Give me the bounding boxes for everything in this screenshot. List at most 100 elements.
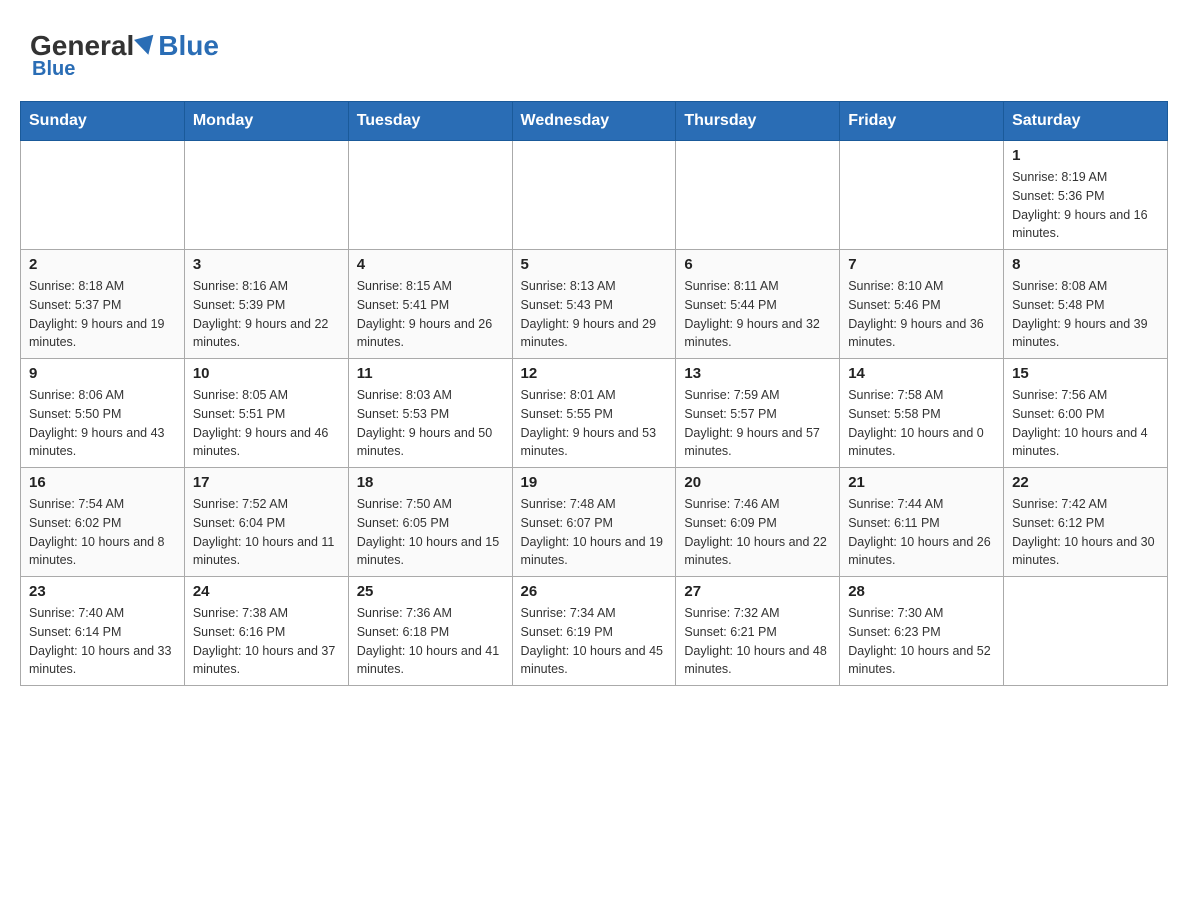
day-number: 26 xyxy=(521,583,668,600)
calendar-cell xyxy=(512,141,676,250)
day-number: 12 xyxy=(521,365,668,382)
day-number: 1 xyxy=(1012,147,1159,164)
calendar-cell: 21 Sunrise: 7:44 AMSunset: 6:11 PMDayligh… xyxy=(840,468,1004,577)
day-info: Sunrise: 7:34 AMSunset: 6:19 PMDaylight:… xyxy=(521,604,668,679)
calendar-cell: 17Sunrise: 7:52 AMSunset: 6:04 PMDayligh… xyxy=(184,468,348,577)
day-number: 13 xyxy=(684,365,831,382)
day-info: Sunrise: 7:46 AMSunset: 6:09 PMDaylight:… xyxy=(684,495,831,570)
calendar-cell: 26 Sunrise: 7:34 AMSunset: 6:19 PMDayligh… xyxy=(512,577,676,686)
day-number: 24 xyxy=(193,583,340,600)
day-number: 8 xyxy=(1012,256,1159,273)
calendar-cell: 18 Sunrise: 7:50 AMSunset: 6:05 PMDayligh… xyxy=(348,468,512,577)
weekday-header-friday: Friday xyxy=(840,102,1004,141)
day-number: 11 xyxy=(357,365,504,382)
day-info: Sunrise: 8:05 AMSunset: 5:51 PMDaylight:… xyxy=(193,386,340,461)
day-info: Sunrise: 7:50 AMSunset: 6:05 PMDaylight:… xyxy=(357,495,504,570)
weekday-header-monday: Monday xyxy=(184,102,348,141)
calendar-cell: 19 Sunrise: 7:48 AMSunset: 6:07 PMDayligh… xyxy=(512,468,676,577)
day-info: Sunrise: 7:48 AMSunset: 6:07 PMDaylight:… xyxy=(521,495,668,570)
day-info: Sunrise: 8:16 AMSunset: 5:39 PMDaylight:… xyxy=(193,277,340,352)
calendar-cell: 2 Sunrise: 8:18 AMSunset: 5:37 PMDaylight… xyxy=(21,250,185,359)
calendar-cell xyxy=(1004,577,1168,686)
calendar-cell: 5Sunrise: 8:13 AMSunset: 5:43 PMDaylight… xyxy=(512,250,676,359)
calendar-cell: 14 Sunrise: 7:58 AMSunset: 5:58 PMDayligh… xyxy=(840,359,1004,468)
day-info: Sunrise: 8:03 AMSunset: 5:53 PMDaylight:… xyxy=(357,386,504,461)
day-info: Sunrise: 8:01 AMSunset: 5:55 PMDaylight:… xyxy=(521,386,668,461)
day-info: Sunrise: 8:19 AMSunset: 5:36 PMDaylight:… xyxy=(1012,168,1159,243)
day-number: 20 xyxy=(684,474,831,491)
day-info: Sunrise: 7:40 AMSunset: 6:14 PMDaylight:… xyxy=(29,604,176,679)
calendar-cell: 25 Sunrise: 7:36 AMSunset: 6:18 PMDayligh… xyxy=(348,577,512,686)
calendar-table: SundayMondayTuesdayWednesdayThursdayFrid… xyxy=(20,101,1168,686)
calendar-week-row: 23 Sunrise: 7:40 AMSunset: 6:14 PMDayligh… xyxy=(21,577,1168,686)
day-info: Sunrise: 7:44 AMSunset: 6:11 PMDaylight:… xyxy=(848,495,995,570)
calendar-cell: 13 Sunrise: 7:59 AMSunset: 5:57 PMDayligh… xyxy=(676,359,840,468)
weekday-header-sunday: Sunday xyxy=(21,102,185,141)
calendar-cell: 3 Sunrise: 8:16 AMSunset: 5:39 PMDaylight… xyxy=(184,250,348,359)
calendar-header-row: SundayMondayTuesdayWednesdayThursdayFrid… xyxy=(21,102,1168,141)
calendar-cell: 24 Sunrise: 7:38 AMSunset: 6:16 PMDayligh… xyxy=(184,577,348,686)
day-info: Sunrise: 7:59 AMSunset: 5:57 PMDaylight:… xyxy=(684,386,831,461)
day-number: 7 xyxy=(848,256,995,273)
calendar-cell: 16Sunrise: 7:54 AMSunset: 6:02 PMDayligh… xyxy=(21,468,185,577)
logo: General Blue Blue xyxy=(30,30,219,81)
calendar-cell: 28 Sunrise: 7:30 AMSunset: 6:23 PMDayligh… xyxy=(840,577,1004,686)
day-number: 22 xyxy=(1012,474,1159,491)
day-info: Sunrise: 8:10 AMSunset: 5:46 PMDaylight:… xyxy=(848,277,995,352)
day-info: Sunrise: 7:32 AMSunset: 6:21 PMDaylight:… xyxy=(684,604,831,679)
day-info: Sunrise: 7:36 AMSunset: 6:18 PMDaylight:… xyxy=(357,604,504,679)
calendar-cell: 12 Sunrise: 8:01 AMSunset: 5:55 PMDayligh… xyxy=(512,359,676,468)
day-info: Sunrise: 7:58 AMSunset: 5:58 PMDaylight:… xyxy=(848,386,995,461)
day-number: 23 xyxy=(29,583,176,600)
day-info: Sunrise: 8:13 AMSunset: 5:43 PMDaylight:… xyxy=(521,277,668,352)
day-info: Sunrise: 7:54 AMSunset: 6:02 PMDaylight:… xyxy=(29,495,176,570)
day-number: 28 xyxy=(848,583,995,600)
calendar-week-row: 9 Sunrise: 8:06 AMSunset: 5:50 PMDaylight… xyxy=(21,359,1168,468)
day-number: 25 xyxy=(357,583,504,600)
day-number: 4 xyxy=(357,256,504,273)
calendar-cell: 22 Sunrise: 7:42 AMSunset: 6:12 PMDayligh… xyxy=(1004,468,1168,577)
calendar-cell: 15 Sunrise: 7:56 AMSunset: 6:00 PMDayligh… xyxy=(1004,359,1168,468)
calendar-week-row: 16Sunrise: 7:54 AMSunset: 6:02 PMDayligh… xyxy=(21,468,1168,577)
day-info: Sunrise: 7:52 AMSunset: 6:04 PMDaylight:… xyxy=(193,495,340,570)
calendar-cell: 27 Sunrise: 7:32 AMSunset: 6:21 PMDayligh… xyxy=(676,577,840,686)
calendar-cell: 8 Sunrise: 8:08 AMSunset: 5:48 PMDaylight… xyxy=(1004,250,1168,359)
calendar-cell xyxy=(676,141,840,250)
calendar-cell: 1 Sunrise: 8:19 AMSunset: 5:36 PMDaylight… xyxy=(1004,141,1168,250)
calendar-cell xyxy=(840,141,1004,250)
page-header: General Blue Blue xyxy=(20,20,1168,81)
day-number: 2 xyxy=(29,256,176,273)
day-info: Sunrise: 8:18 AMSunset: 5:37 PMDaylight:… xyxy=(29,277,176,352)
day-number: 10 xyxy=(193,365,340,382)
day-info: Sunrise: 7:56 AMSunset: 6:00 PMDaylight:… xyxy=(1012,386,1159,461)
calendar-cell: 4 Sunrise: 8:15 AMSunset: 5:41 PMDaylight… xyxy=(348,250,512,359)
day-number: 6 xyxy=(684,256,831,273)
day-number: 19 xyxy=(521,474,668,491)
calendar-cell: 7 Sunrise: 8:10 AMSunset: 5:46 PMDaylight… xyxy=(840,250,1004,359)
logo-underline: Blue xyxy=(32,58,75,81)
day-number: 3 xyxy=(193,256,340,273)
calendar-cell: 11 Sunrise: 8:03 AMSunset: 5:53 PMDayligh… xyxy=(348,359,512,468)
day-number: 18 xyxy=(357,474,504,491)
day-number: 21 xyxy=(848,474,995,491)
calendar-cell: 23 Sunrise: 7:40 AMSunset: 6:14 PMDayligh… xyxy=(21,577,185,686)
day-number: 15 xyxy=(1012,365,1159,382)
day-number: 14 xyxy=(848,365,995,382)
calendar-cell: 10 Sunrise: 8:05 AMSunset: 5:51 PMDayligh… xyxy=(184,359,348,468)
calendar-week-row: 2 Sunrise: 8:18 AMSunset: 5:37 PMDaylight… xyxy=(21,250,1168,359)
calendar-week-row: 1 Sunrise: 8:19 AMSunset: 5:36 PMDaylight… xyxy=(21,141,1168,250)
day-number: 27 xyxy=(684,583,831,600)
day-info: Sunrise: 8:06 AMSunset: 5:50 PMDaylight:… xyxy=(29,386,176,461)
day-number: 9 xyxy=(29,365,176,382)
calendar-cell xyxy=(21,141,185,250)
day-info: Sunrise: 7:42 AMSunset: 6:12 PMDaylight:… xyxy=(1012,495,1159,570)
weekday-header-wednesday: Wednesday xyxy=(512,102,676,141)
day-info: Sunrise: 7:38 AMSunset: 6:16 PMDaylight:… xyxy=(193,604,340,679)
day-info: Sunrise: 7:30 AMSunset: 6:23 PMDaylight:… xyxy=(848,604,995,679)
day-info: Sunrise: 8:11 AMSunset: 5:44 PMDaylight:… xyxy=(684,277,831,352)
logo-triangle-icon xyxy=(134,35,158,58)
calendar-cell xyxy=(348,141,512,250)
day-info: Sunrise: 8:08 AMSunset: 5:48 PMDaylight:… xyxy=(1012,277,1159,352)
day-info: Sunrise: 8:15 AMSunset: 5:41 PMDaylight:… xyxy=(357,277,504,352)
weekday-header-saturday: Saturday xyxy=(1004,102,1168,141)
